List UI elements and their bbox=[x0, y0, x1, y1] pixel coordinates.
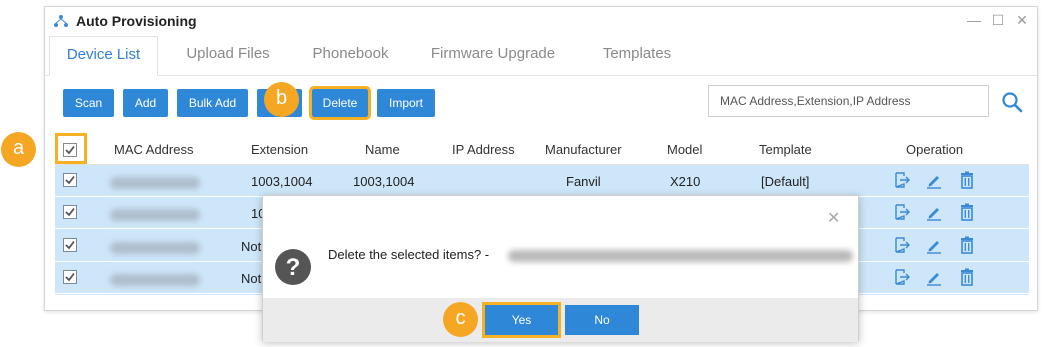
extension-cell: Not bbox=[241, 239, 262, 254]
col-model[interactable]: Model bbox=[667, 142, 702, 157]
col-mac-address[interactable]: MAC Address bbox=[114, 142, 193, 157]
no-button[interactable]: No bbox=[565, 305, 639, 335]
tab-templates[interactable]: Templates bbox=[593, 36, 681, 76]
name-cell: 1003,1004 bbox=[353, 174, 415, 189]
row-checkbox[interactable] bbox=[63, 173, 77, 187]
edit-icon[interactable] bbox=[925, 203, 943, 221]
reprovision-icon[interactable] bbox=[893, 268, 911, 286]
delete-icon[interactable] bbox=[958, 203, 976, 221]
maximize-icon[interactable]: ☐ bbox=[990, 12, 1006, 28]
tab-firmware-upgrade[interactable]: Firmware Upgrade bbox=[425, 36, 561, 76]
scan-button[interactable]: Scan bbox=[63, 89, 114, 117]
reprovision-icon[interactable] bbox=[893, 171, 911, 189]
svg-text:?: ? bbox=[286, 254, 301, 281]
add-button[interactable]: Add bbox=[123, 89, 168, 117]
edit-icon[interactable] bbox=[925, 171, 943, 189]
dialog-message: Delete the selected items? - bbox=[328, 247, 490, 262]
col-operation: Operation bbox=[906, 142, 964, 157]
search-icon[interactable] bbox=[1001, 91, 1023, 113]
close-icon[interactable]: ✕ bbox=[1014, 12, 1030, 28]
col-name[interactable]: Name bbox=[365, 142, 400, 157]
bulk-add-button[interactable]: Bulk Add bbox=[177, 89, 248, 117]
col-manufacturer[interactable]: Manufacturer bbox=[545, 142, 622, 157]
edit-icon[interactable] bbox=[925, 268, 943, 286]
callout-b: b bbox=[264, 82, 299, 117]
tab-phonebook[interactable]: Phonebook bbox=[303, 36, 398, 76]
row-checkbox[interactable] bbox=[63, 238, 77, 252]
edit-icon[interactable] bbox=[925, 236, 943, 254]
delete-icon[interactable] bbox=[958, 236, 976, 254]
tab-device-list[interactable]: Device List bbox=[49, 36, 158, 76]
tab-upload-files[interactable]: Upload Files bbox=[173, 36, 283, 76]
manufacturer-cell: Fanvil bbox=[566, 174, 601, 189]
search-input[interactable]: MAC Address,Extension,IP Address bbox=[708, 85, 989, 117]
callout-c: c bbox=[443, 302, 478, 337]
yes-button[interactable]: Yes bbox=[482, 302, 561, 338]
tab-bar: Device List Upload Files Phonebook Firmw… bbox=[45, 36, 1037, 76]
minimize-icon[interactable]: — bbox=[966, 12, 982, 28]
row-checkbox[interactable] bbox=[63, 270, 77, 284]
mac-address-redacted bbox=[110, 242, 200, 254]
select-all-highlight bbox=[55, 133, 87, 164]
mac-address-redacted bbox=[110, 274, 200, 286]
dialog-items-redacted bbox=[508, 250, 853, 262]
reprovision-icon[interactable] bbox=[893, 203, 911, 221]
dialog-footer bbox=[263, 298, 858, 342]
col-extension[interactable]: Extension bbox=[251, 142, 308, 157]
table-row[interactable]: 1003,1004 1003,1004 Fanvil X210 [Default… bbox=[55, 165, 1029, 197]
callout-a: a bbox=[1, 132, 36, 167]
delete-icon[interactable] bbox=[958, 171, 976, 189]
reprovision-icon[interactable] bbox=[893, 236, 911, 254]
delete-button[interactable]: Delete bbox=[309, 86, 371, 120]
mac-address-redacted bbox=[110, 177, 200, 189]
dialog-close-icon[interactable]: ✕ bbox=[827, 208, 840, 228]
row-checkbox[interactable] bbox=[63, 205, 77, 219]
extension-cell: Not bbox=[241, 271, 262, 286]
mac-address-redacted bbox=[110, 209, 200, 221]
table-header: MAC Address Extension Name IP Address Ma… bbox=[55, 134, 1029, 165]
delete-icon[interactable] bbox=[958, 268, 976, 286]
provisioning-icon bbox=[54, 15, 68, 27]
template-cell: [Default] bbox=[761, 174, 810, 189]
delete-confirm-dialog: ✕ ? Delete the selected items? - Yes No bbox=[262, 195, 859, 342]
col-ip-address[interactable]: IP Address bbox=[452, 142, 515, 157]
window-title: Auto Provisioning bbox=[76, 13, 197, 29]
question-icon: ? bbox=[275, 249, 311, 285]
extension-cell: 1003,1004 bbox=[251, 174, 313, 189]
import-button[interactable]: Import bbox=[377, 89, 435, 117]
title-bar: Auto Provisioning — ☐ ✕ bbox=[45, 7, 1037, 35]
col-template[interactable]: Template bbox=[759, 142, 812, 157]
model-cell: X210 bbox=[670, 174, 701, 189]
